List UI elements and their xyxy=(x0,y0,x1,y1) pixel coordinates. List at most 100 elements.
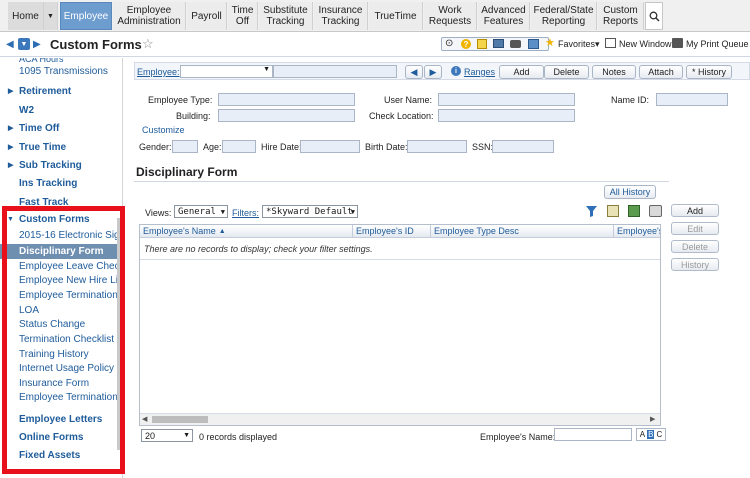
user-name-field[interactable] xyxy=(438,93,575,106)
tab-work-requests[interactable]: Work Requests xyxy=(424,2,477,30)
search-abc-button[interactable]: A B C xyxy=(636,428,666,441)
scroll-thumb[interactable] xyxy=(152,416,208,423)
tab-home[interactable]: Home xyxy=(8,2,44,30)
previous-button[interactable]: ◀ xyxy=(405,65,423,79)
age-field[interactable] xyxy=(222,140,256,153)
filters-select[interactable]: *Skyward Default ▼ xyxy=(262,205,358,218)
section-title: Disciplinary Form xyxy=(136,165,238,179)
camera-icon[interactable] xyxy=(510,40,521,48)
chevron-down-icon: ▼ xyxy=(220,207,225,216)
sidebar-item-w2[interactable]: W2 xyxy=(0,101,117,119)
building-field[interactable] xyxy=(218,109,355,122)
search-name-field[interactable] xyxy=(554,428,632,441)
tab-employee-administration[interactable]: Employee Administration xyxy=(113,2,186,30)
sidebar-item-employee-termination[interactable]: Employee Termination/ xyxy=(0,390,117,405)
customize-link[interactable]: Customize xyxy=(142,125,185,135)
views-select[interactable]: General ▼ xyxy=(174,205,228,218)
sidebar-item-disciplinary-form[interactable]: Disciplinary Form xyxy=(0,244,117,259)
sidebar-item-custom-forms[interactable]: Custom Forms xyxy=(0,210,117,228)
sidebar-item-employee-termination[interactable]: Employee Termination xyxy=(0,288,117,303)
sidebar-item-2015-16-electronic-sig[interactable]: 2015-16 Electronic Sig xyxy=(0,228,117,243)
print-preview-icon[interactable] xyxy=(649,205,662,217)
sidebar-item-employee-leave-chec[interactable]: Employee Leave Chec xyxy=(0,259,117,274)
new-window-link[interactable]: New Window xyxy=(619,39,672,49)
side-delete-button[interactable]: Delete xyxy=(671,240,719,253)
side-add-button[interactable]: Add xyxy=(671,204,719,217)
tab-advanced-features[interactable]: Advanced Features xyxy=(478,2,530,30)
favorites-menu[interactable]: Favorites▾ xyxy=(558,39,600,50)
search-button[interactable] xyxy=(645,2,663,30)
tab-time-off[interactable]: Time Off xyxy=(228,2,258,30)
column-employee-more[interactable]: Employee's xyxy=(614,225,660,238)
monitor-icon[interactable] xyxy=(493,39,504,48)
sidebar-item-status-change[interactable]: Status Change xyxy=(0,317,117,332)
side-history-button[interactable]: History xyxy=(671,258,719,271)
birth-date-field[interactable] xyxy=(407,140,467,153)
employee-type-field[interactable] xyxy=(218,93,355,106)
home-menu-dropdown[interactable]: ▼ xyxy=(44,2,58,30)
note-icon[interactable] xyxy=(477,39,487,49)
sidebar-item-fixed-assets[interactable]: Fixed Assets xyxy=(0,446,117,464)
name-id-field[interactable] xyxy=(656,93,728,106)
tab-federal-state-reporting[interactable]: Federal/State Reporting xyxy=(531,2,597,30)
favorite-star-icon[interactable]: ☆ xyxy=(142,36,154,52)
sidebar-item-internet-usage-policy[interactable]: Internet Usage Policy xyxy=(0,361,117,376)
filters-link[interactable]: Filters: xyxy=(232,208,259,218)
sidebar-item-retirement[interactable]: Retirement xyxy=(0,82,117,100)
sidebar-item-termination-checklist[interactable]: Termination Checklist - xyxy=(0,332,117,347)
employee-select[interactable]: ▼ xyxy=(180,65,273,78)
notes-button[interactable]: Notes xyxy=(592,65,636,79)
hire-date-field[interactable] xyxy=(300,140,360,153)
export-icon[interactable] xyxy=(628,205,640,217)
column-employee-type-desc[interactable]: Employee Type Desc xyxy=(431,225,614,238)
tab-substitute-tracking[interactable]: Substitute Tracking xyxy=(259,2,313,30)
sidebar-item-fast-track[interactable]: Fast Track xyxy=(0,193,117,211)
page-size-select[interactable]: 20 ▼ xyxy=(141,429,193,442)
sidebar-item-1095-transmissions[interactable]: 1095 Transmissions xyxy=(0,64,117,79)
attach-button[interactable]: Attach xyxy=(639,65,683,79)
side-edit-button[interactable]: Edit xyxy=(671,222,719,235)
help-icon[interactable]: ? xyxy=(461,39,471,49)
sidebar-item-sub-tracking[interactable]: Sub Tracking xyxy=(0,156,117,174)
history-button[interactable]: * History xyxy=(686,65,732,79)
gender-field[interactable] xyxy=(172,140,198,153)
sidebar-item-online-forms[interactable]: Online Forms xyxy=(0,428,117,446)
forward-icon[interactable]: ▶ xyxy=(33,39,41,50)
tab-insurance-tracking[interactable]: Insurance Tracking xyxy=(314,2,368,30)
bookmark-menu-icon[interactable]: ▼ xyxy=(18,38,30,50)
chart-icon[interactable] xyxy=(607,205,619,217)
back-icon[interactable]: ◀ xyxy=(6,39,14,50)
ranges-link[interactable]: Ranges xyxy=(464,67,495,77)
sidebar-item-ins-tracking[interactable]: Ins Tracking xyxy=(0,174,117,192)
tab-truetime[interactable]: TrueTime xyxy=(369,2,423,30)
horizontal-scrollbar[interactable]: ◀ ▶ xyxy=(140,413,660,425)
print-queue-link[interactable]: My Print Queue xyxy=(686,39,749,49)
scroll-left-icon[interactable]: ◀ xyxy=(142,415,147,423)
sidebar-item-time-off[interactable]: Time Off xyxy=(0,119,117,137)
clock-icon[interactable]: ⊙ xyxy=(445,38,453,49)
sidebar-item-training-history[interactable]: Training History xyxy=(0,347,117,362)
printer-icon xyxy=(672,38,683,48)
sidebar-item-loa[interactable]: LOA xyxy=(0,303,117,318)
tab-payroll[interactable]: Payroll xyxy=(187,2,227,30)
column-employee-id[interactable]: Employee's ID xyxy=(353,225,431,238)
check-location-field[interactable] xyxy=(438,109,575,122)
sidebar-item-insurance-form[interactable]: Insurance Form xyxy=(0,376,117,391)
all-history-button[interactable]: All History xyxy=(604,185,656,199)
ssn-field[interactable] xyxy=(492,140,554,153)
sidebar-item-employee-new-hire-lis[interactable]: Employee New Hire Lis xyxy=(0,273,117,288)
filter-funnel-icon[interactable] xyxy=(586,206,597,217)
sidebar-item-employee-letters[interactable]: Employee Letters xyxy=(0,410,117,428)
delete-button[interactable]: Delete xyxy=(544,65,589,79)
tab-employee[interactable]: Employee xyxy=(60,2,112,30)
add-button[interactable]: Add xyxy=(499,65,544,79)
search-name-label: Employee's Name: xyxy=(480,432,556,442)
column-employee-name[interactable]: Employee's Name ▲ xyxy=(140,225,353,238)
next-button[interactable]: ▶ xyxy=(424,65,442,79)
sidebar-item-true-time[interactable]: True Time xyxy=(0,138,117,156)
person-card-icon[interactable] xyxy=(528,39,539,49)
scroll-right-icon[interactable]: ▶ xyxy=(650,415,655,423)
employee-lookup-link[interactable]: Employee: xyxy=(137,67,180,77)
tab-custom-reports[interactable]: Custom Reports xyxy=(598,2,644,30)
sidebar-scrollbar[interactable] xyxy=(117,218,121,450)
